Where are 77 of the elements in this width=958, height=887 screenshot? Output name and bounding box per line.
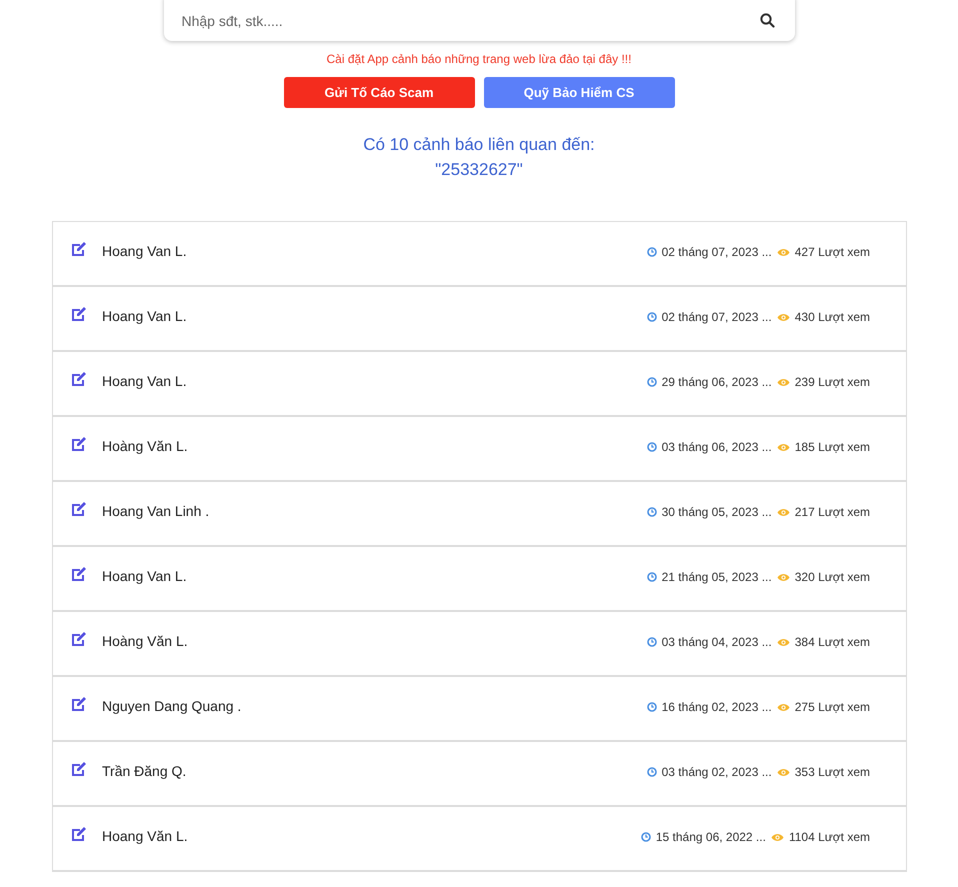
reporter-name[interactable]: Hoang Van L. xyxy=(102,306,187,327)
clock-icon xyxy=(646,637,657,647)
search-field[interactable]: Nhập sđt, stk..... xyxy=(164,0,794,41)
clock-icon xyxy=(646,507,657,517)
eye-icon xyxy=(776,378,790,386)
clock-icon xyxy=(646,312,657,322)
edit-icon xyxy=(71,436,88,451)
eye-icon xyxy=(770,832,784,842)
result-heading: Có 10 cảnh báo liên quan đến: xyxy=(363,134,595,156)
report-date: 03 tháng 02, 2023 ... xyxy=(662,764,772,781)
edit-icon xyxy=(71,241,88,256)
eye-icon xyxy=(776,702,790,712)
edit-icon xyxy=(71,631,88,646)
report-date: 02 tháng 07, 2023 ... xyxy=(662,309,772,326)
report-date: 02 tháng 07, 2023 ... xyxy=(662,244,772,261)
view-count: 275 Lượt xem xyxy=(794,699,870,716)
report-date: 03 tháng 04, 2023 ... xyxy=(662,634,772,651)
search-icon[interactable] xyxy=(760,13,774,28)
eye-icon xyxy=(776,572,790,582)
report-row[interactable]: Trần Đăng Q. 03 tháng 02, 2023 ... 353 Lượt xem xyxy=(53,742,906,807)
eye-icon xyxy=(776,442,790,452)
action-button[interactable]: Quỹ Bảo Hiểm CS xyxy=(484,77,674,108)
reporter-name[interactable]: Hoang Van Linh . xyxy=(102,501,210,522)
reporter-name[interactable]: Hoang Van L. xyxy=(102,371,187,392)
report-row[interactable]: Hoàng Văn L. 03 tháng 06, 2023 ... 185 Lượt xem xyxy=(53,417,906,482)
report-row[interactable]: Hoang Van L. 02 tháng 07, 2023 ... 430 Lượt xem xyxy=(53,287,906,352)
report-row[interactable]: Hoàng Văn L. 03 tháng 04, 2023 ... 384 Lượt xem xyxy=(53,612,906,677)
edit-icon xyxy=(71,501,88,516)
view-count: 1104 Lượt xem xyxy=(788,829,870,846)
edit-icon xyxy=(71,696,88,711)
report-date: 15 tháng 06, 2022 ... xyxy=(656,829,766,846)
view-count: 384 Lượt xem xyxy=(794,634,870,651)
view-count: 430 Lượt xem xyxy=(794,309,870,326)
clock-icon xyxy=(646,702,657,712)
reporter-name[interactable]: Trần Đăng Q. xyxy=(102,761,186,782)
reporter-name[interactable]: Hoàng Văn L. xyxy=(102,631,188,652)
report-row[interactable]: Hoang Van L. 02 tháng 07, 2023 ... 427 Lượt xem xyxy=(53,222,906,287)
view-count: 427 Lượt xem xyxy=(794,244,870,261)
eye-icon xyxy=(776,248,790,256)
clock-icon xyxy=(646,572,657,582)
edit-icon xyxy=(71,761,88,776)
edit-icon xyxy=(71,306,88,321)
reporter-name[interactable]: Nguyen Dang Quang . xyxy=(102,696,242,717)
view-count: 239 Lượt xem xyxy=(794,374,870,391)
clock-icon xyxy=(640,832,651,842)
clock-icon xyxy=(646,442,657,452)
install-app-link[interactable]: Cài đặt App cảnh báo những trang web lừa đảo tại đây !!! xyxy=(326,50,632,68)
report-date: 03 tháng 06, 2023 ... xyxy=(662,439,772,456)
reporter-name[interactable]: Hoang Van L. xyxy=(102,241,187,262)
clock-icon xyxy=(646,767,657,777)
eye-icon xyxy=(776,638,790,646)
view-count: 217 Lượt xem xyxy=(794,504,870,521)
view-count: 185 Lượt xem xyxy=(794,439,870,456)
reporter-name[interactable]: Hoang Van L. xyxy=(102,566,187,587)
clock-icon xyxy=(646,377,657,387)
report-date: 30 tháng 05, 2023 ... xyxy=(662,504,772,521)
report-row[interactable]: Hoang Van Linh . 30 tháng 05, 2023 ... 217 Lượt xem xyxy=(53,482,906,547)
report-row[interactable]: Hoang Văn L. 15 tháng 06, 2022 ... 1104 Lượt xem xyxy=(53,807,906,872)
view-count: 353 Lượt xem xyxy=(794,764,870,781)
report-date: 29 tháng 06, 2023 ... xyxy=(662,374,772,391)
eye-icon xyxy=(776,312,790,322)
action-button[interactable]: Gửi Tố Cáo Scam xyxy=(284,77,474,108)
eye-icon xyxy=(776,508,790,516)
edit-icon xyxy=(71,371,88,386)
view-count: 320 Lượt xem xyxy=(794,569,870,586)
edit-icon xyxy=(71,826,88,841)
report-date: 16 tháng 02, 2023 ... xyxy=(662,699,772,716)
search-query: "25332627" xyxy=(435,159,523,181)
report-date: 21 tháng 05, 2023 ... xyxy=(662,569,772,586)
reporter-name[interactable]: Hoàng Văn L. xyxy=(102,436,188,457)
report-row[interactable]: Nguyen Dang Quang . 16 tháng 02, 2023 ... 275 Lượt xem xyxy=(53,677,906,742)
report-row[interactable]: Hoang Van L. 29 tháng 06, 2023 ... 239 Lượt xem xyxy=(53,352,906,417)
reporter-name[interactable]: Hoang Văn L. xyxy=(102,826,188,847)
clock-icon xyxy=(646,247,657,257)
eye-icon xyxy=(776,768,790,776)
edit-icon xyxy=(71,566,88,581)
report-row[interactable]: Hoang Van L. 21 tháng 05, 2023 ... 320 Lượt xem xyxy=(53,547,906,612)
